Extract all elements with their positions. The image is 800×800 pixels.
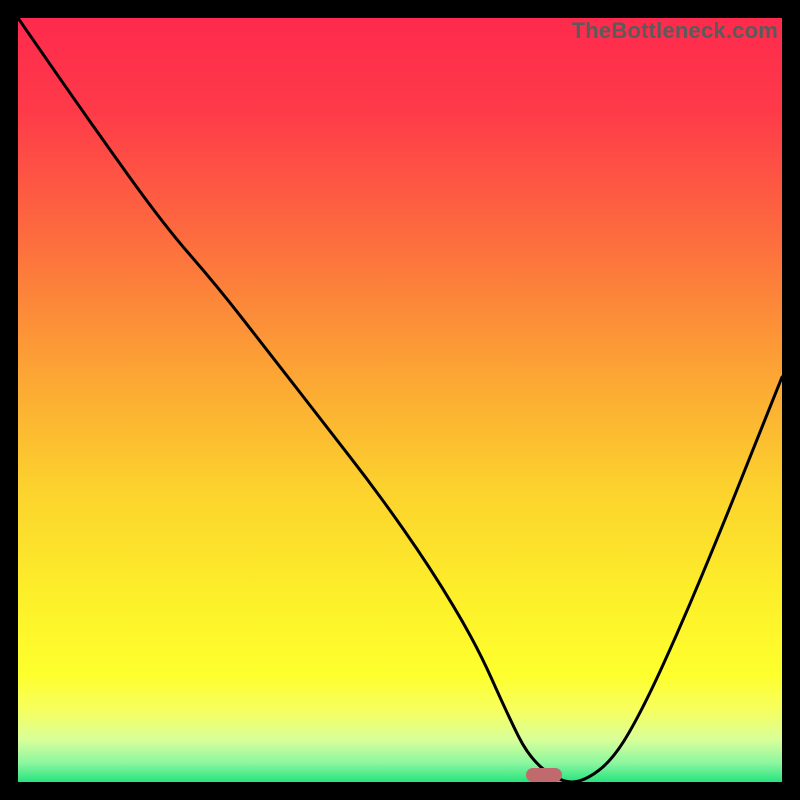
chart-frame: TheBottleneck.com (0, 0, 800, 800)
heat-gradient (18, 18, 782, 782)
optimum-marker (526, 768, 562, 782)
watermark-text: TheBottleneck.com (572, 18, 778, 44)
plot-area: TheBottleneck.com (18, 18, 782, 782)
